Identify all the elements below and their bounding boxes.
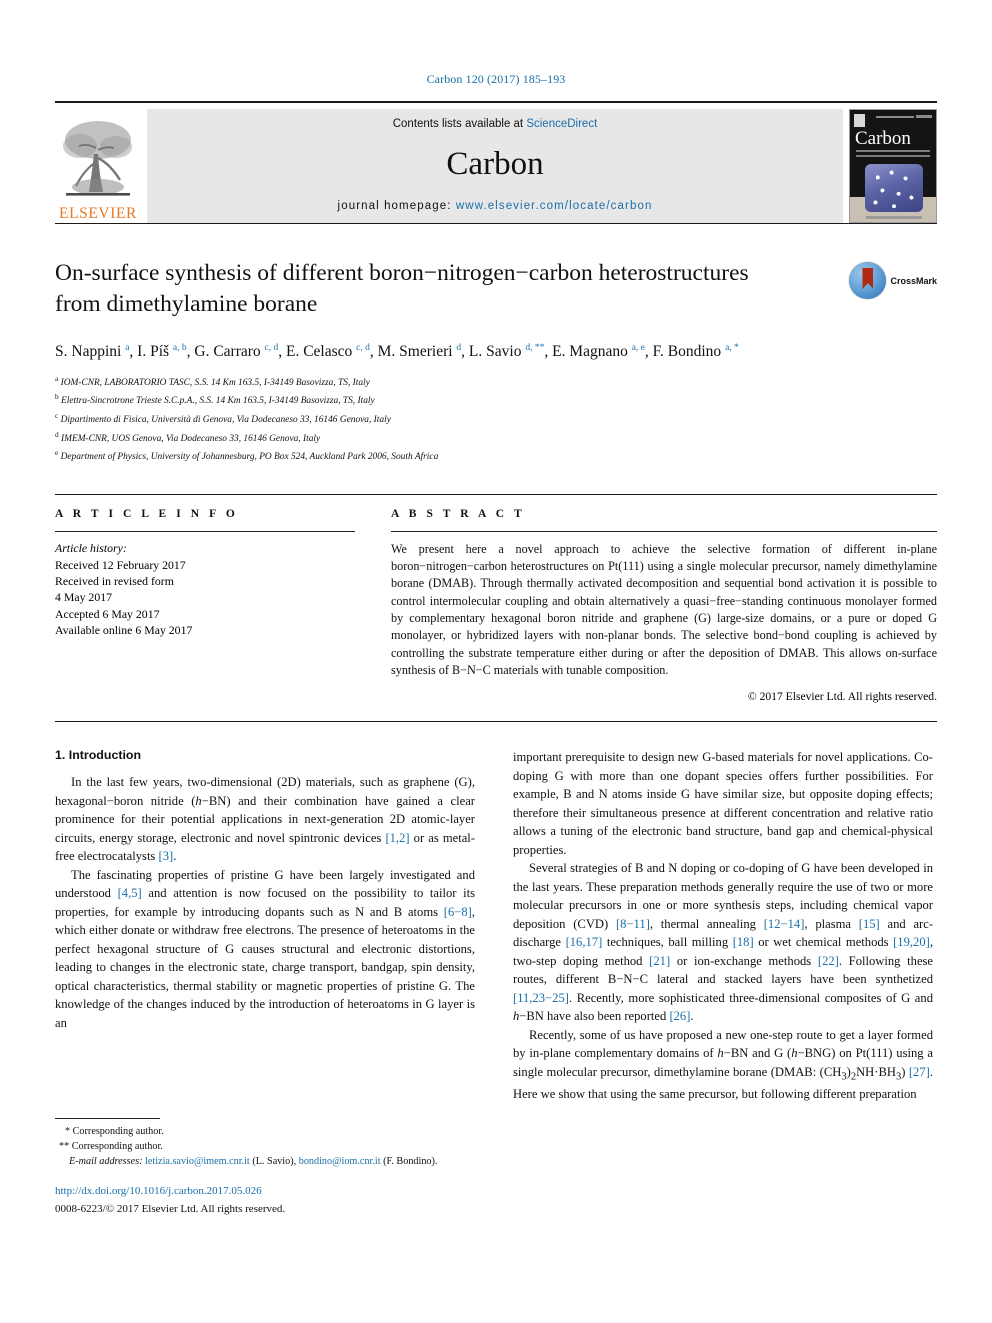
cover-header-rule [876,116,914,118]
journal-band: Contents lists available at ScienceDirec… [147,109,843,223]
affiliation-item: a IOM-CNR, LABORATORIO TASC, S.S. 14 Km … [55,373,937,392]
affiliation-mark: c [55,410,59,420]
affiliation-text: Elettra-Sincrotrone Trieste S.C.p.A., S.… [61,396,375,407]
footnote-emails: E-mail addresses: letizia.savio@imem.cnr… [55,1154,475,1169]
elsevier-logo: ELSEVIER [55,109,141,223]
journal-title: Carbon [446,145,544,182]
cover-journal-title: Carbon [855,128,911,149]
body-two-column: 1. Introduction In the last few years, t… [55,748,937,1218]
author-list: S. Nappini a, I. Píš a, b, G. Carraro c,… [55,342,739,360]
body-column-right: important prerequisite to design new G-b… [513,748,933,1218]
running-head: Carbon 120 (2017) 185–193 [426,72,566,86]
article-info-column: A R T I C L E I N F O Article history: R… [55,508,355,704]
cover-subtitle-rule-1 [856,150,930,152]
cover-nanostructure-image [865,164,923,212]
email-addresses-label: E-mail addresses: [69,1156,143,1168]
footnote-corresponding-2: ** Corresponding author. [59,1140,163,1152]
affiliation-mark: b [55,392,59,402]
article-history-line: Accepted 6 May 2017 [55,606,160,621]
abstract-column: A B S T R A C T We present here a novel … [391,507,937,704]
elsevier-tree-icon [58,114,138,206]
article-info-rule [55,530,355,532]
cover-caption-rule [866,216,922,219]
email-owner-savio: (L. Savio), [252,1156,297,1168]
footnote-rule [55,1117,160,1119]
affiliation-mark: e [55,448,59,458]
article-history-line: 4 May 2017 [55,590,113,605]
contents-available-line: Contents lists available at ScienceDirec… [393,118,598,130]
affiliation-text: IOM-CNR, LABORATORIO TASC, S.S. 14 Km 16… [60,377,370,388]
paragraph: In the last few years, two-dimensional (… [55,775,475,864]
cover-subtitle-rule-2 [856,155,930,157]
affiliation-item: b Elettra-Sincrotrone Trieste S.C.p.A., … [55,391,937,410]
article-history-line: Received 12 February 2017 [55,557,186,572]
paragraph: The fascinating properties of pristine G… [55,867,475,1030]
section-heading-introduction: 1. Introduction [55,748,142,763]
email-link-bondino[interactable]: bondino@iom.cnr.it [299,1156,381,1167]
abstract-copyright: © 2017 Elsevier Ltd. All rights reserved… [747,690,937,704]
crossmark-badge-group[interactable]: CrossMark [849,262,937,299]
crossmark-icon [849,262,887,299]
doi-block: http://dx.doi.org/10.1016/j.carbon.2017.… [55,1184,475,1219]
crossmark-label: CrossMark [890,275,937,286]
paragraph: important prerequisite to design new G-b… [513,750,933,857]
affiliation-text: Department of Physics, University of Joh… [60,452,439,463]
journal-cover-thumbnail: Carbon [849,109,937,223]
email-owner-bondino: (F. Bondino). [383,1156,438,1168]
article-history-line: Available online 6 May 2017 [55,622,193,637]
footnote-corresponding-1: * Corresponding author. [65,1125,164,1137]
journal-masthead: ELSEVIER Contents lists available at Sci… [55,101,937,223]
journal-article-page: Carbon 120 (2017) 185–193 ELSEVIER Conte… [0,0,992,1323]
paragraph: Recently, some of us have proposed a new… [513,1027,933,1101]
abstract-rule [391,530,937,532]
homepage-prefix: journal homepage: [337,200,456,212]
issn-copyright-line: 0008-6223/© 2017 Elsevier Ltd. All right… [55,1203,286,1216]
abstract-heading: A B S T R A C T [391,507,526,520]
affiliation-mark: a [55,373,59,383]
email-link-savio[interactable]: letizia.savio@imem.cnr.it [145,1156,250,1167]
abstract-text: We present here a novel approach to achi… [391,541,937,678]
contents-prefix: Contents lists available at [392,118,527,130]
paragraph: Several strategies of B and N doping or … [513,861,934,1024]
cover-issue-rule [916,115,932,118]
article-info-heading: A R T I C L E I N F O [55,507,239,520]
masthead-bottom-rule [55,223,937,224]
doi-link[interactable]: http://dx.doi.org/10.1016/j.carbon.2017.… [55,1184,475,1200]
affiliation-text: IMEM-CNR, UOS Genova, Via Dodecaneso 33,… [61,433,321,444]
abstract-bottom-rule [55,721,937,723]
affiliation-item: d IMEM-CNR, UOS Genova, Via Dodecaneso 3… [55,429,937,448]
affiliation-item: e Department of Physics, University of J… [55,447,937,466]
page-title: On-surface synthesis of different boron−… [55,260,749,318]
title-block: On-surface synthesis of different boron−… [55,258,937,321]
info-abstract-section: A R T I C L E I N F O Article history: R… [55,493,937,704]
affiliation-list: a IOM-CNR, LABORATORIO TASC, S.S. 14 Km … [55,373,937,466]
sciencedirect-link[interactable]: ScienceDirect [526,118,597,130]
elsevier-wordmark: ELSEVIER [59,204,137,222]
affiliation-mark: d [55,429,59,439]
journal-homepage-line: journal homepage: www.elsevier.com/locat… [338,200,653,212]
article-history-line: Received in revised form [55,574,174,589]
footnote-block: * Corresponding author. ** Corresponding… [55,1117,475,1219]
homepage-url-link[interactable]: www.elsevier.com/locate/carbon [456,200,653,212]
affiliation-text: Dipartimento di Fisica, Università di Ge… [60,415,391,425]
affiliation-item: c Dipartimento di Fisica, Università di … [55,410,937,429]
cover-publisher-mini-logo-icon [854,114,865,127]
body-column-left: 1. Introduction In the last few years, t… [55,748,475,1218]
article-history-label: Article history: [55,540,127,555]
